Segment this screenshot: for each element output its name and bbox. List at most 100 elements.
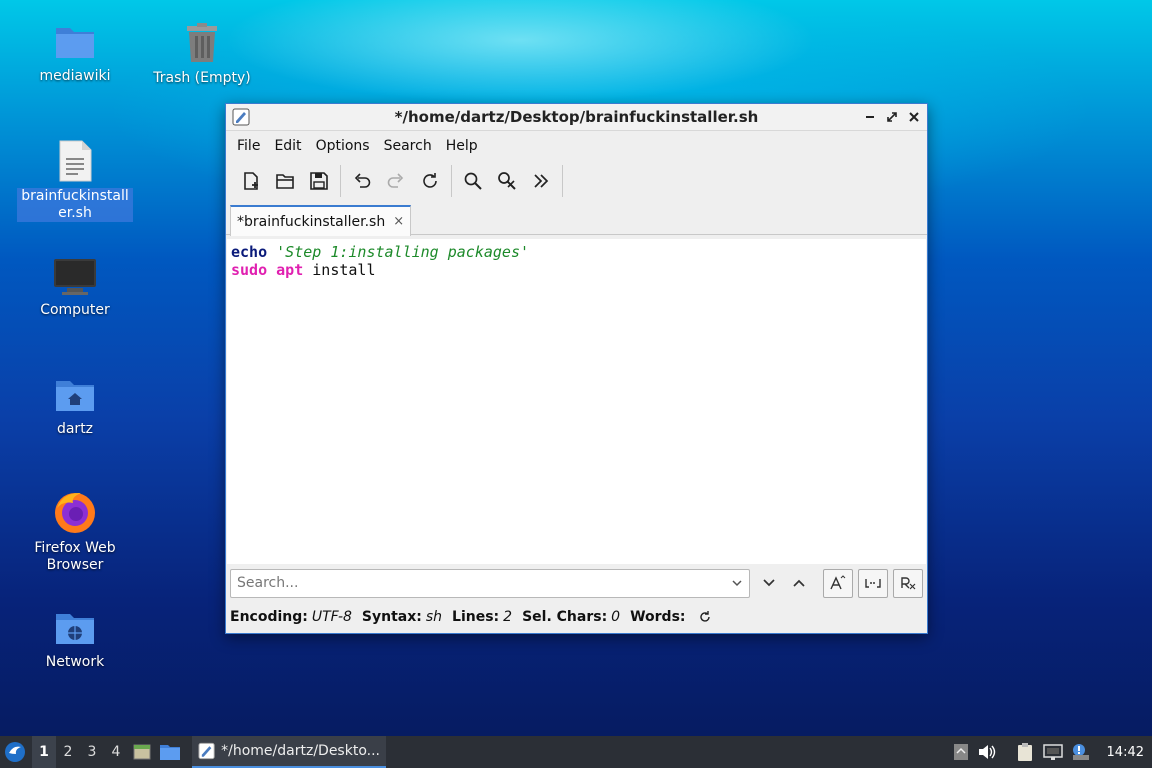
desktop-icon-label: dartz: [56, 421, 94, 437]
desktop-icon-trash[interactable]: Trash (Empty): [142, 22, 262, 87]
network-folder-icon: [56, 614, 94, 644]
network-icon[interactable]: [1042, 743, 1063, 761]
code-line: sudo apt install: [231, 261, 922, 279]
tray-expand-icon[interactable]: [953, 743, 969, 761]
new-file-icon: [244, 172, 258, 190]
volume-icon[interactable]: [977, 743, 997, 761]
save-icon: [310, 172, 328, 190]
text-editor-app-icon: [232, 108, 250, 126]
match-case-toggle[interactable]: [823, 568, 854, 598]
taskbar: 1 2 3 4 */home/dartz/Deskto... 14:42: [0, 736, 1152, 768]
toolbar: [226, 161, 927, 201]
code-keyword: apt: [276, 261, 304, 279]
code-text: install: [312, 261, 376, 279]
clipboard-icon[interactable]: [1015, 742, 1035, 762]
home-folder-icon: [56, 381, 94, 411]
close-icon: [909, 112, 919, 122]
save-button[interactable]: [302, 164, 336, 198]
quicklaunch-folder[interactable]: [156, 736, 184, 768]
desktop-icon-firefox[interactable]: Firefox Web Browser: [15, 490, 135, 574]
computer-icon: [54, 259, 96, 295]
desktop-icon-computer[interactable]: Computer: [15, 258, 135, 319]
workspace-4[interactable]: 4: [104, 736, 128, 768]
open-file-button[interactable]: [268, 164, 302, 198]
window-titlebar[interactable]: */home/dartz/Desktop/brainfuckinstaller.…: [226, 104, 927, 131]
menu-options[interactable]: Options: [309, 134, 377, 158]
encoding-value: UTF-8: [311, 609, 352, 625]
system-tray: 14:42: [953, 736, 1152, 768]
chevron-up-icon: [793, 579, 805, 587]
window-title: */home/dartz/Desktop/brainfuckinstaller.…: [394, 108, 759, 126]
chevron-down-icon[interactable]: [731, 577, 743, 589]
tab-label: *brainfuckinstaller.sh: [237, 213, 386, 230]
find-replace-icon: [498, 172, 516, 190]
menu-file[interactable]: File: [230, 134, 267, 158]
reload-icon: [423, 173, 437, 188]
editor-window[interactable]: */home/dartz/Desktop/brainfuckinstaller.…: [225, 103, 928, 634]
code-editor[interactable]: echo 'Step 1:installing packages' sudo a…: [227, 239, 926, 564]
sel-chars-value: 0: [611, 609, 621, 625]
start-menu-button[interactable]: [0, 736, 30, 768]
workspace-1[interactable]: 1: [32, 736, 56, 768]
notification-icon[interactable]: [1071, 743, 1091, 761]
toolbar-separator: [562, 165, 563, 197]
close-window-button[interactable]: [907, 108, 921, 126]
code-line: echo 'Step 1:installing packages': [231, 243, 922, 261]
whole-word-toggle[interactable]: [858, 568, 889, 598]
code-keyword: sudo: [231, 261, 268, 279]
syntax-label: Syntax:: [361, 609, 422, 625]
chevron-down-icon: [763, 579, 775, 587]
text-editor-app-icon: [198, 742, 215, 760]
lines-value: 2: [503, 609, 513, 625]
syntax-value: sh: [425, 609, 443, 625]
toolbar-separator: [340, 165, 341, 197]
search-icon: [464, 172, 482, 190]
words-label: Words:: [630, 609, 686, 625]
refresh-word-count-icon[interactable]: [698, 610, 712, 624]
more-tools-button[interactable]: [524, 164, 558, 198]
find-button[interactable]: [456, 164, 490, 198]
search-input[interactable]: Search...: [230, 568, 751, 598]
folder-icon: [56, 28, 94, 58]
search-placeholder: Search...: [237, 575, 299, 591]
redo-icon: [387, 173, 404, 188]
firefox-icon: [55, 492, 95, 533]
desktop-icon-mediawiki[interactable]: mediawiki: [15, 22, 135, 85]
desktop-icon-script-file[interactable]: brainfuckinstaller.sh: [15, 140, 135, 222]
undo-icon: [354, 173, 371, 188]
text-file-icon: [59, 140, 92, 182]
lines-label: Lines:: [452, 609, 500, 625]
tab-close-icon[interactable]: ×: [393, 214, 404, 229]
redo-button[interactable]: [379, 164, 413, 198]
tab-bar: *brainfuckinstaller.sh ×: [226, 201, 927, 236]
undo-button[interactable]: [345, 164, 379, 198]
find-next-button[interactable]: [754, 569, 784, 598]
clock[interactable]: 14:42: [1107, 745, 1144, 760]
maximize-button[interactable]: [885, 108, 899, 126]
double-chevron-right-icon: [534, 174, 549, 188]
whole-word-icon: [865, 579, 881, 588]
tab-brainfuckinstaller[interactable]: *brainfuckinstaller.sh ×: [230, 205, 412, 236]
find-replace-button[interactable]: [490, 164, 524, 198]
folder-open-icon: [276, 174, 294, 189]
menu-bar: File Edit Options Search Help: [226, 131, 927, 161]
menu-search[interactable]: Search: [377, 134, 439, 158]
regex-toggle[interactable]: [893, 568, 923, 598]
taskbar-window-editor[interactable]: */home/dartz/Deskto...: [192, 736, 386, 768]
find-previous-button[interactable]: [784, 569, 814, 598]
reload-button[interactable]: [413, 164, 447, 198]
folder-icon: [160, 745, 180, 760]
menu-edit[interactable]: Edit: [267, 134, 308, 158]
code-keyword: echo: [231, 243, 268, 261]
desktop-icon-label: Computer: [40, 302, 110, 318]
desktop-icon-home[interactable]: dartz: [15, 375, 135, 438]
show-desktop-button[interactable]: [128, 736, 156, 768]
new-file-button[interactable]: [234, 164, 268, 198]
desktop-icon-label: Firefox Web Browser: [34, 540, 116, 573]
desktop-icon-network[interactable]: Network: [15, 608, 135, 671]
workspace-3[interactable]: 3: [80, 736, 104, 768]
desktop-icon-label: Network: [45, 654, 105, 670]
workspace-2[interactable]: 2: [56, 736, 80, 768]
minimize-button[interactable]: [863, 108, 877, 126]
menu-help[interactable]: Help: [439, 134, 485, 158]
